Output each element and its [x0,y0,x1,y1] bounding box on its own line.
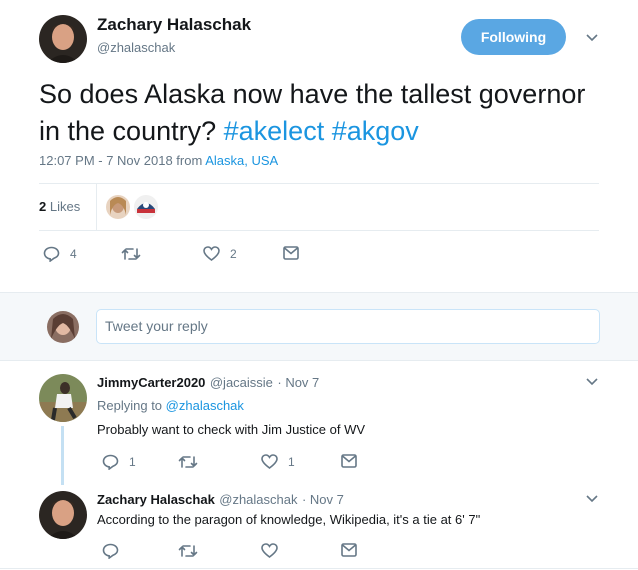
retweet-icon [121,248,141,260]
message-icon [341,543,357,557]
author-avatar[interactable] [39,15,87,63]
reply-count: 4 [70,247,77,261]
reply-text: Probably want to check with Jim Justice … [97,422,366,437]
chevron-down-icon[interactable] [586,34,598,44]
divider [39,183,599,184]
like-button[interactable]: 2 [203,246,237,261]
replying-to-link[interactable]: @zhalaschak [166,398,244,413]
like-count: 2 [230,246,237,261]
reply-author-avatar[interactable] [39,491,87,539]
direct-message-button[interactable] [283,246,299,260]
timestamp[interactable]: 12:07 PM - 7 Nov 2018 from [39,153,202,168]
retweet-button[interactable] [121,247,141,261]
reply-date[interactable]: · Nov 7 [302,492,344,507]
direct-message-button[interactable] [341,543,357,557]
liker-avatar[interactable] [106,195,130,219]
divider [39,230,599,231]
direct-message-button[interactable] [341,454,357,468]
reply-author-name[interactable]: Zachary Halaschak [97,492,215,507]
replying-to-label: Replying to [97,398,163,413]
message-icon [283,246,299,260]
likes-separator [96,184,97,230]
following-button[interactable]: Following [461,19,566,55]
reply-icon [102,543,119,559]
like-button[interactable] [261,543,278,558]
author-handle[interactable]: @zhalaschak [97,40,175,55]
heart-icon [203,246,220,261]
reply-button[interactable] [102,543,119,559]
heart-icon [261,454,278,469]
likes-count: 2 [39,199,47,214]
hashtag-akgov[interactable]: #akgov [332,116,419,146]
author-name[interactable]: Zachary Halaschak [97,15,251,35]
divider [0,568,638,569]
reply-button[interactable]: 4 [43,246,77,262]
reply-author-avatar[interactable] [39,374,87,422]
replying-to: Replying to @zhalaschak [97,398,244,413]
reply-header: JimmyCarter2020 @jacaissie · Nov 7 [97,374,319,392]
reply-author-handle[interactable]: @zhalaschak [219,492,297,507]
chevron-down-icon[interactable] [586,378,598,388]
tweet-meta: 12:07 PM - 7 Nov 2018 from Alaska, USA [39,153,278,168]
liker-avatar[interactable] [134,195,158,219]
reply-icon [102,454,119,470]
retweet-icon [178,456,198,468]
reply-button[interactable]: 1 [102,454,136,470]
like-count: 1 [288,454,295,469]
thread-connector [61,426,64,485]
hashtag-akelect[interactable]: #akelect [224,116,325,146]
reply-count: 1 [129,455,136,469]
like-button[interactable]: 1 [261,454,295,469]
reply-text: According to the paragon of knowledge, W… [97,512,481,527]
reply-input[interactable]: Tweet your reply [96,309,600,344]
message-icon [341,454,357,468]
reply-header: Zachary Halaschak @zhalaschak · Nov 7 [97,491,344,509]
divider [0,292,638,293]
retweet-button[interactable] [178,455,198,469]
retweet-icon [178,545,198,557]
location-link[interactable]: Alaska, USA [205,153,278,168]
tweet-text: So does Alaska now have the tallest gove… [39,76,609,150]
current-user-avatar [47,311,79,343]
heart-icon [261,543,278,558]
reply-date[interactable]: · Nov 7 [277,375,319,390]
likes-label: Likes [49,199,81,214]
reply-author-name[interactable]: JimmyCarter2020 [97,375,205,390]
reply-author-handle[interactable]: @jacaissie [210,375,273,390]
divider [0,360,638,361]
reply-icon [43,246,60,262]
likes-stat[interactable]: 2 Likes [39,199,80,214]
retweet-button[interactable] [178,544,198,558]
chevron-down-icon[interactable] [586,495,598,505]
